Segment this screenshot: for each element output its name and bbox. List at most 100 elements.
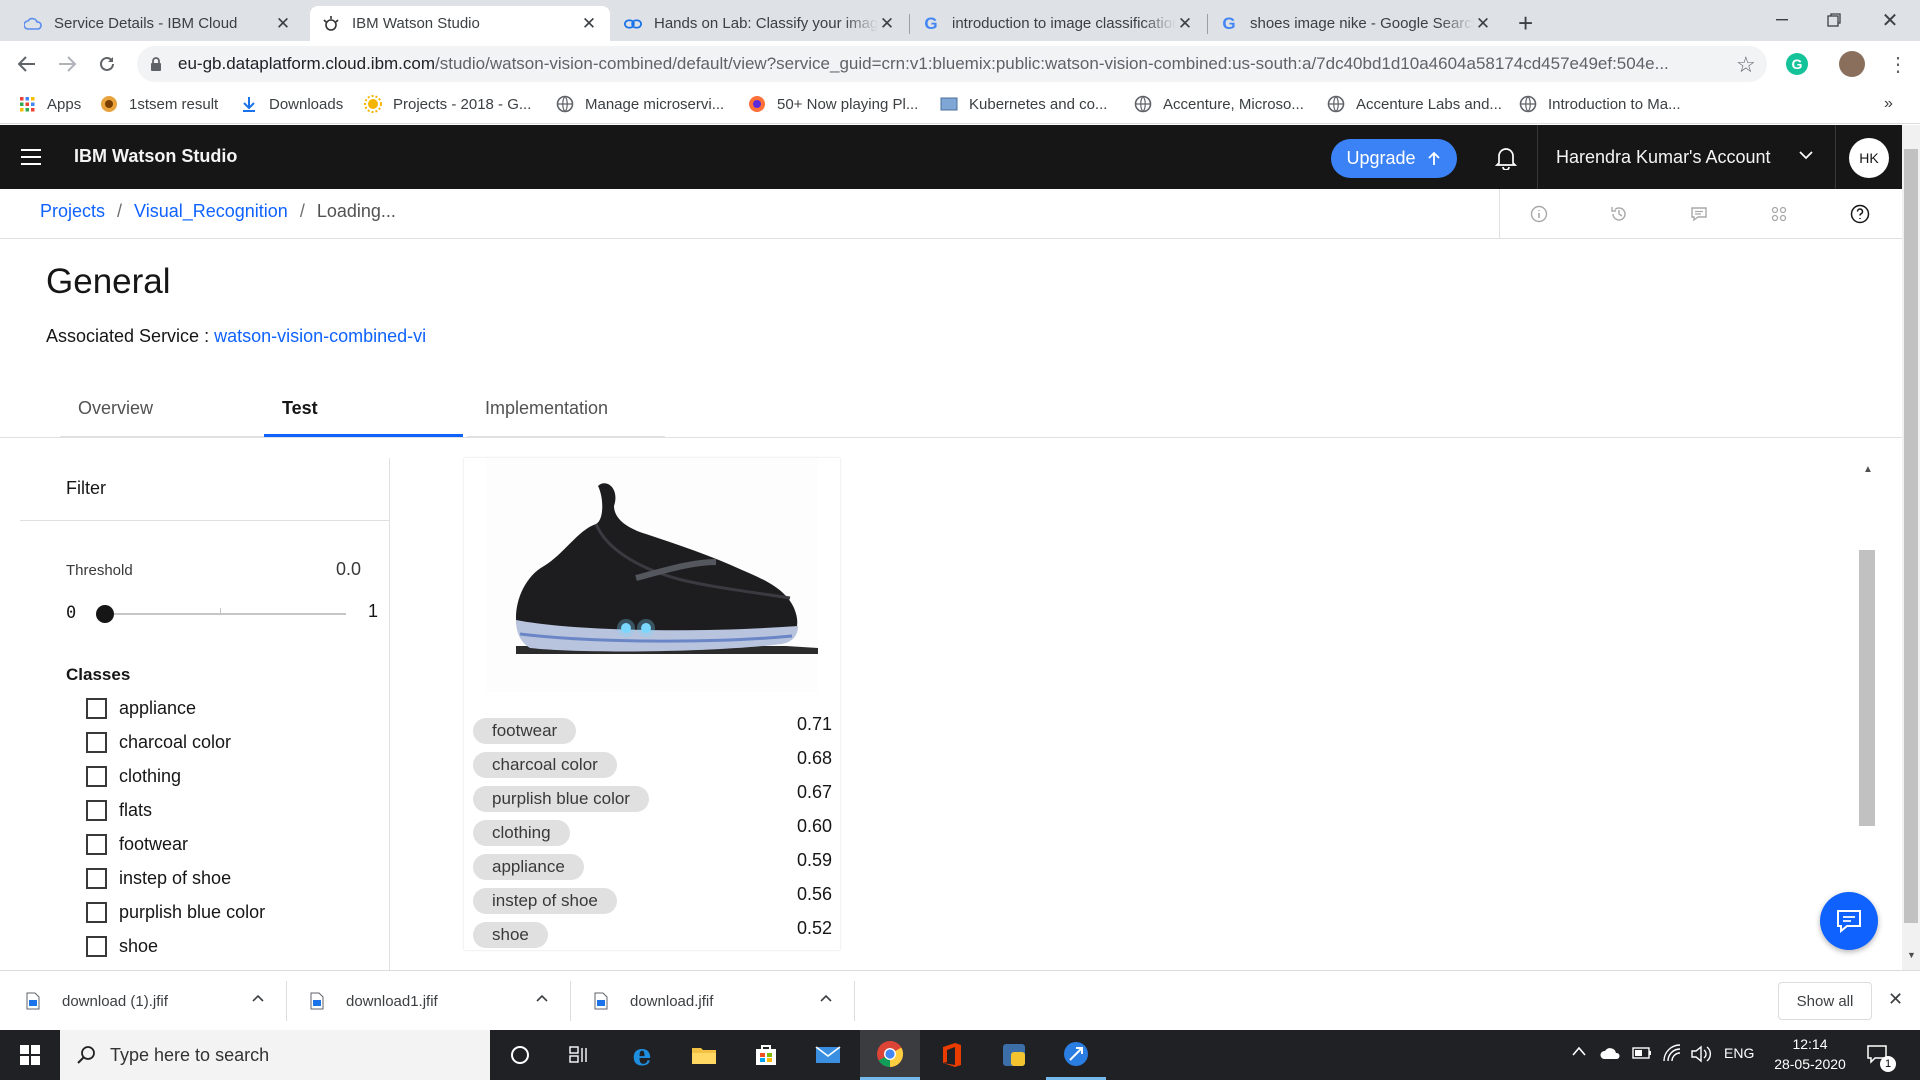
bookmark-item[interactable]: Kubernetes and co... bbox=[940, 95, 1107, 113]
chrome-taskbar-icon[interactable] bbox=[860, 1030, 920, 1080]
class-checkbox-item[interactable]: clothing bbox=[86, 766, 181, 787]
window-close-icon[interactable]: ✕ bbox=[1862, 0, 1918, 40]
page-scrollbar-thumb[interactable] bbox=[1904, 149, 1918, 923]
checkbox[interactable] bbox=[86, 698, 107, 719]
chevron-up-icon[interactable] bbox=[536, 994, 548, 1002]
class-checkbox-item[interactable]: flats bbox=[86, 800, 152, 821]
checkbox[interactable] bbox=[86, 902, 107, 923]
checkbox[interactable] bbox=[86, 936, 107, 957]
page-scrollbar[interactable]: ▼ bbox=[1902, 125, 1920, 970]
class-checkbox-item[interactable]: shoe bbox=[86, 936, 158, 957]
reload-icon[interactable] bbox=[90, 47, 124, 81]
minimize-icon[interactable] bbox=[1754, 0, 1810, 40]
download-item[interactable]: download (1).jfif bbox=[26, 971, 280, 1031]
user-avatar[interactable]: HK bbox=[1849, 138, 1889, 178]
test-image[interactable] bbox=[486, 458, 818, 692]
restore-icon[interactable] bbox=[1806, 0, 1862, 40]
file-explorer-icon[interactable] bbox=[674, 1030, 734, 1080]
new-tab-icon[interactable]: + bbox=[1518, 8, 1533, 39]
browser-tab-active[interactable]: IBM Watson Studio ✕ bbox=[310, 6, 610, 41]
hamburger-menu-icon[interactable] bbox=[20, 148, 42, 166]
threshold-slider-thumb[interactable] bbox=[96, 605, 114, 623]
windows-start-icon[interactable] bbox=[0, 1030, 60, 1080]
browser-tab[interactable]: Hands on Lab: Classify your image ✕ bbox=[612, 6, 908, 41]
browser-tab[interactable]: G shoes image nike - Google Search ✕ bbox=[1208, 6, 1504, 41]
upgrade-button[interactable]: Upgrade bbox=[1331, 139, 1457, 178]
checkbox[interactable] bbox=[86, 834, 107, 855]
chevron-down-icon[interactable] bbox=[1799, 151, 1813, 160]
tab-implementation[interactable]: Implementation bbox=[467, 382, 665, 438]
forward-icon[interactable] bbox=[50, 47, 84, 81]
close-icon[interactable]: ✕ bbox=[1474, 14, 1492, 33]
collaborators-icon[interactable] bbox=[1768, 203, 1790, 225]
threshold-slider-track[interactable] bbox=[96, 613, 346, 615]
bookmark-item[interactable]: Introduction to Ma... bbox=[1519, 95, 1681, 113]
app-taskbar-icon[interactable] bbox=[1046, 1030, 1106, 1080]
bookmark-item[interactable]: Projects - 2018 - G... bbox=[364, 95, 531, 113]
bookmark-item[interactable]: 50+ Now playing Pl... bbox=[748, 95, 918, 113]
comment-icon[interactable] bbox=[1688, 203, 1710, 225]
close-icon[interactable]: ✕ bbox=[1176, 14, 1194, 33]
threshold-value[interactable]: 0.0 bbox=[336, 559, 361, 580]
browser-menu-icon[interactable]: ⋮ bbox=[1888, 52, 1908, 77]
taskbar-search[interactable]: Type here to search bbox=[60, 1030, 490, 1080]
onedrive-icon[interactable] bbox=[1600, 1046, 1622, 1060]
checkbox[interactable] bbox=[86, 766, 107, 787]
python-icon[interactable] bbox=[984, 1030, 1044, 1080]
chevron-up-icon[interactable] bbox=[820, 994, 832, 1002]
class-checkbox-item[interactable]: purplish blue color bbox=[86, 902, 265, 923]
class-checkbox-item[interactable]: charcoal color bbox=[86, 732, 231, 753]
checkbox[interactable] bbox=[86, 868, 107, 889]
class-checkbox-item[interactable]: footwear bbox=[86, 834, 188, 855]
associated-service-link[interactable]: watson-vision-combined-vi bbox=[214, 326, 426, 346]
class-checkbox-item[interactable]: instep of shoe bbox=[86, 868, 231, 889]
checkbox[interactable] bbox=[86, 800, 107, 821]
bookmark-item[interactable]: Downloads bbox=[240, 95, 343, 113]
task-view-icon[interactable] bbox=[550, 1030, 610, 1080]
bookmark-item[interactable]: 1stsem result bbox=[100, 95, 218, 113]
scroll-down-icon[interactable]: ▼ bbox=[1907, 950, 1916, 960]
bookmark-item[interactable]: Accenture Labs and... bbox=[1327, 95, 1502, 113]
mail-icon[interactable] bbox=[798, 1030, 858, 1080]
class-checkbox-item[interactable]: appliance bbox=[86, 698, 196, 719]
back-icon[interactable] bbox=[10, 47, 44, 81]
breadcrumb-project[interactable]: Visual_Recognition bbox=[134, 201, 288, 222]
content-scrollbar[interactable]: ▲ bbox=[1858, 458, 1876, 968]
show-all-button[interactable]: Show all bbox=[1778, 982, 1872, 1020]
language-indicator[interactable]: ENG bbox=[1724, 1045, 1754, 1061]
bookmark-item[interactable]: Manage microservi... bbox=[556, 95, 724, 113]
notification-bell-icon[interactable] bbox=[1495, 146, 1517, 170]
grammarly-icon[interactable]: G bbox=[1786, 53, 1808, 75]
tab-overview[interactable]: Overview bbox=[60, 382, 264, 438]
download-item[interactable]: download.jfif bbox=[594, 971, 848, 1031]
edge-icon[interactable]: e bbox=[612, 1030, 672, 1080]
info-icon[interactable] bbox=[1528, 203, 1550, 225]
close-icon[interactable]: ✕ bbox=[878, 14, 896, 33]
account-switcher[interactable]: Harendra Kumar's Account bbox=[1556, 147, 1771, 168]
app-title[interactable]: IBM Watson Studio bbox=[74, 146, 237, 167]
close-icon[interactable]: ✕ bbox=[274, 14, 292, 33]
close-icon[interactable]: ✕ bbox=[580, 14, 598, 33]
store-icon[interactable] bbox=[736, 1030, 796, 1080]
url-text[interactable]: eu-gb.dataplatform.cloud.ibm.com/studio/… bbox=[178, 54, 1718, 74]
bookmark-apps[interactable]: Apps bbox=[18, 95, 81, 113]
chat-button[interactable] bbox=[1820, 892, 1878, 950]
cortana-icon[interactable] bbox=[490, 1030, 550, 1080]
download-item[interactable]: download1.jfif bbox=[310, 971, 564, 1031]
bookmarks-overflow[interactable]: » bbox=[1884, 95, 1893, 113]
bookmark-item[interactable]: Accenture, Microso... bbox=[1134, 95, 1304, 113]
office-icon[interactable] bbox=[922, 1030, 982, 1080]
chevron-up-icon[interactable] bbox=[252, 994, 264, 1002]
wifi-icon[interactable] bbox=[1662, 1044, 1682, 1062]
scroll-up-icon[interactable]: ▲ bbox=[1863, 464, 1873, 475]
close-downloads-icon[interactable]: ✕ bbox=[1888, 989, 1903, 1010]
tab-test[interactable]: Test bbox=[264, 382, 463, 438]
battery-icon[interactable] bbox=[1632, 1046, 1652, 1060]
profile-avatar[interactable] bbox=[1839, 51, 1865, 77]
browser-tab[interactable]: G introduction to image classification ✕ bbox=[910, 6, 1206, 41]
help-icon[interactable] bbox=[1849, 203, 1871, 225]
chevron-up-icon[interactable] bbox=[1572, 1046, 1586, 1056]
checkbox[interactable] bbox=[86, 732, 107, 753]
history-icon[interactable] bbox=[1608, 203, 1630, 225]
clock[interactable]: 12:14 28-05-2020 bbox=[1770, 1034, 1850, 1074]
